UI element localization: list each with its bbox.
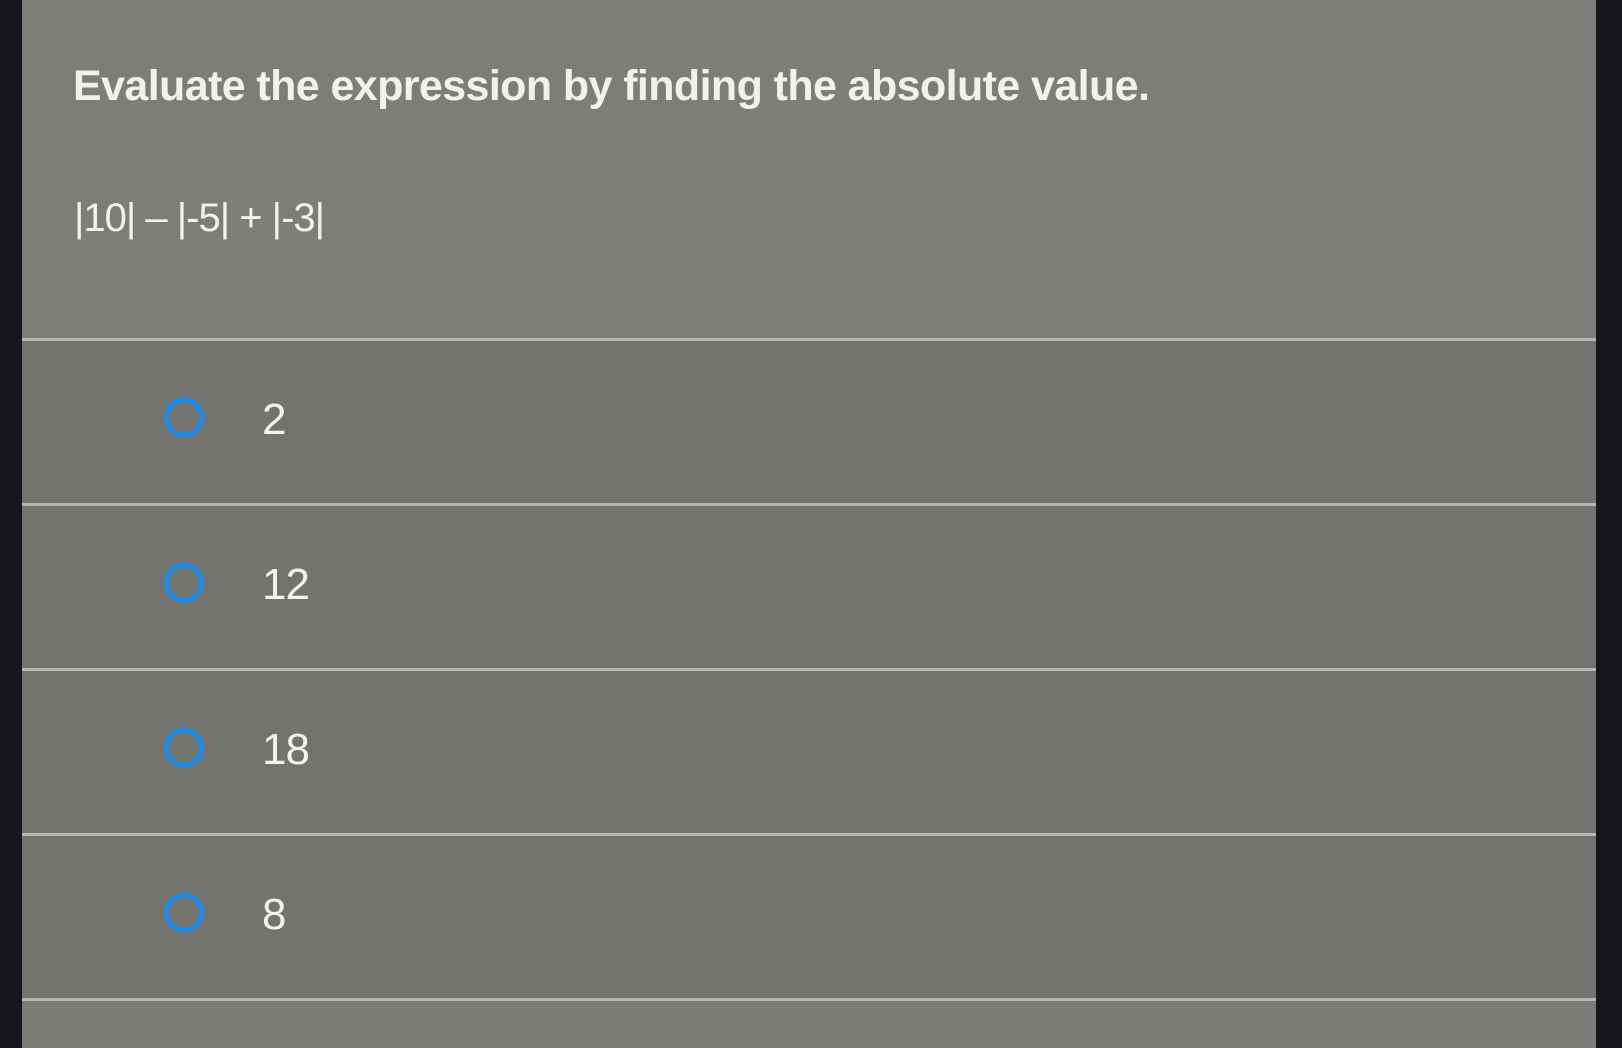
answer-choice-1[interactable]: 2 [22, 341, 1596, 503]
answer-choice-label: 12 [262, 560, 310, 609]
answer-choice-label: 2 [262, 395, 287, 444]
question-prompt: Evaluate the expression by finding the a… [73, 62, 1150, 110]
answer-choice-3[interactable]: 18 [22, 671, 1596, 833]
answer-choice-label: 18 [262, 725, 310, 774]
radio-button-icon[interactable] [164, 728, 204, 768]
question-area: Evaluate the expression by finding the a… [22, 0, 1596, 340]
math-expression: |10| – |-5| + |-3| [74, 196, 325, 240]
divider [22, 998, 1596, 1001]
answer-choice-label: 8 [262, 890, 287, 939]
screen-frame: Evaluate the expression by finding the a… [0, 0, 1622, 1048]
answer-choice-4[interactable]: 8 [22, 836, 1596, 998]
question-panel: Evaluate the expression by finding the a… [22, 0, 1596, 1048]
radio-button-icon[interactable] [164, 398, 204, 438]
radio-button-icon[interactable] [164, 893, 204, 933]
answer-choice-2[interactable]: 12 [22, 506, 1596, 668]
radio-button-icon[interactable] [164, 563, 204, 603]
